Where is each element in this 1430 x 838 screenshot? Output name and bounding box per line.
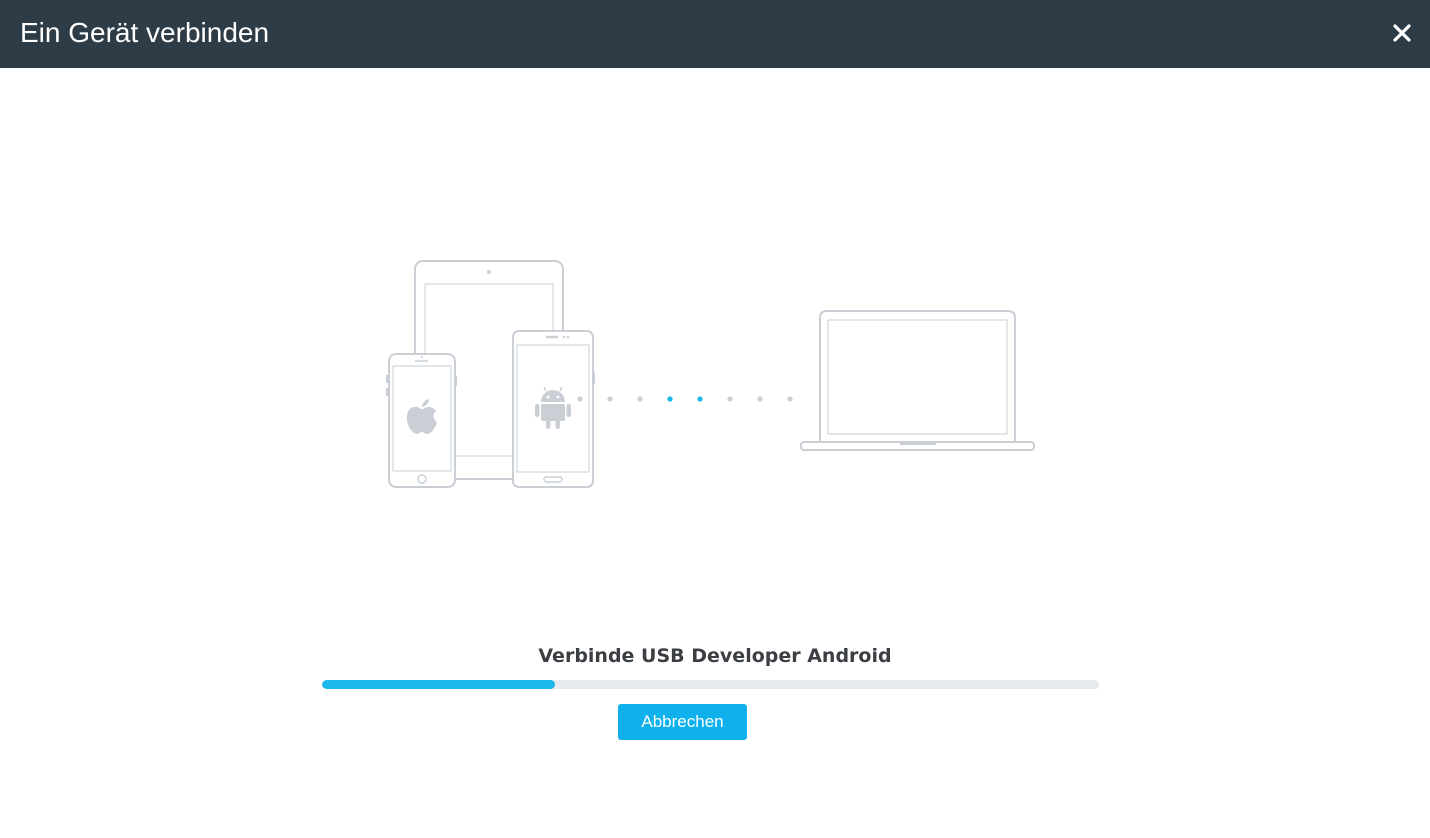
connection-dot <box>607 396 613 402</box>
connection-dot <box>637 396 643 402</box>
connection-status-text: Verbinde USB Developer Android <box>538 645 892 667</box>
cancel-button[interactable]: Abbrechen <box>618 704 747 740</box>
dialog-titlebar: Ein Gerät verbinden <box>0 0 1430 68</box>
connection-dot <box>577 396 583 402</box>
connection-progress-fill <box>322 680 556 689</box>
close-icon[interactable] <box>1388 19 1416 47</box>
connection-dot <box>727 396 733 402</box>
connection-dot <box>757 396 763 402</box>
connection-dot <box>667 396 673 402</box>
connection-dots <box>577 396 793 402</box>
connection-dot <box>697 396 703 402</box>
connection-progress-bar <box>322 680 1099 689</box>
laptop-icon <box>800 310 1035 451</box>
dialog-title: Ein Gerät verbinden <box>20 17 270 48</box>
connection-dot <box>787 396 793 402</box>
device-connection-illustration <box>386 260 1035 488</box>
